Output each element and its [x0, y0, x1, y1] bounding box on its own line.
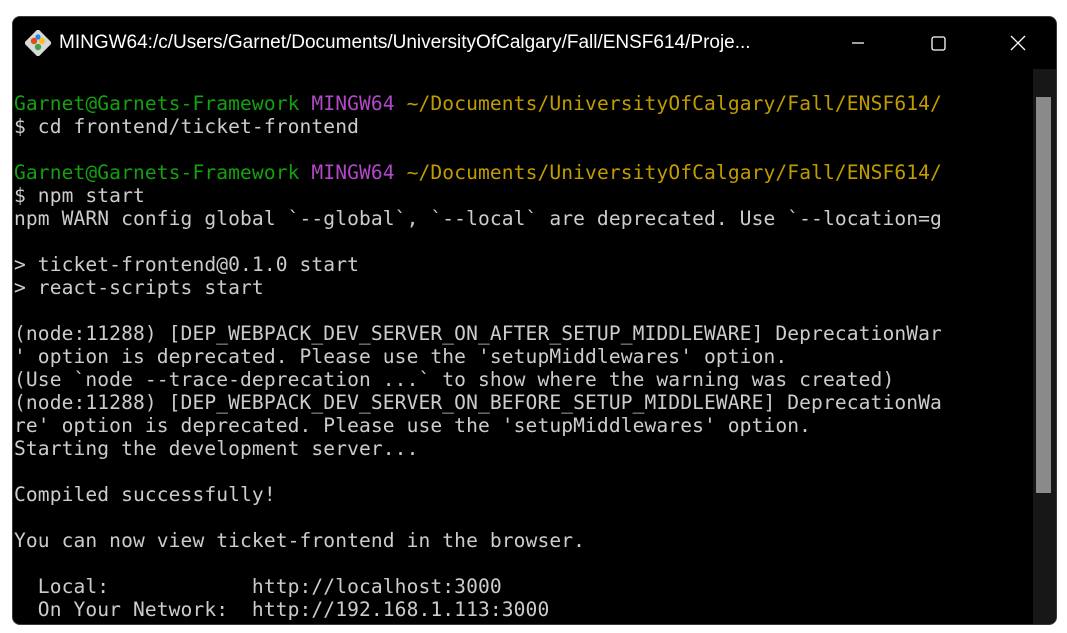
close-icon: [1010, 35, 1026, 51]
terminal-line: $ cd frontend/ticket-frontend: [14, 115, 359, 138]
prompt-line: Garnet@Garnets-Framework MINGW64 ~/Docum…: [14, 161, 942, 184]
title-bar[interactable]: MINGW64:/c/Users/Garnet/Documents/Univer…: [13, 17, 1056, 69]
terminal-line: > ticket-frontend@0.1.0 start: [14, 253, 359, 276]
terminal-line: re' option is deprecated. Please use the…: [14, 414, 812, 437]
scrollbar-thumb[interactable]: [1036, 97, 1051, 493]
close-button[interactable]: [978, 17, 1056, 69]
terminal-line: On Your Network: http://192.168.1.113:30…: [14, 598, 550, 621]
terminal-output[interactable]: Garnet@Garnets-Framework MINGW64 ~/Docum…: [13, 69, 1033, 624]
maximize-button[interactable]: [898, 17, 978, 69]
minimize-icon: [852, 42, 864, 44]
terminal-line: ' option is deprecated. Please use the '…: [14, 345, 788, 368]
terminal-line: Compiled successfully!: [14, 483, 276, 506]
terminal-line: > react-scripts start: [14, 276, 264, 299]
prompt-path: ~/Documents/UniversityOfCalgary/Fall/ENS…: [406, 92, 942, 115]
terminal-line: (Use `node --trace-deprecation ...` to s…: [14, 368, 895, 391]
git-bash-icon: [25, 30, 51, 56]
terminal-line: (node:11288) [DEP_WEBPACK_DEV_SERVER_ON_…: [14, 322, 942, 345]
vertical-scrollbar[interactable]: [1033, 69, 1056, 624]
maximize-icon: [930, 35, 946, 51]
prompt-line: Garnet@Garnets-Framework MINGW64 ~/Docum…: [14, 92, 942, 115]
prompt-user: Garnet@Garnets-Framework: [14, 161, 300, 184]
prompt-user: Garnet@Garnets-Framework: [14, 92, 300, 115]
terminal-line: npm WARN config global `--global`, `--lo…: [14, 207, 942, 230]
prompt-env: MINGW64: [311, 92, 395, 115]
terminal-line: Starting the development server...: [14, 437, 419, 460]
window-title: MINGW64:/c/Users/Garnet/Documents/Univer…: [59, 32, 751, 53]
terminal-line: Local: http://localhost:3000: [14, 575, 502, 598]
terminal-line: (node:11288) [DEP_WEBPACK_DEV_SERVER_ON_…: [14, 391, 942, 414]
prompt-env: MINGW64: [311, 161, 395, 184]
terminal-window: MINGW64:/c/Users/Garnet/Documents/Univer…: [12, 16, 1057, 625]
minimize-button[interactable]: [818, 17, 898, 69]
prompt-path: ~/Documents/UniversityOfCalgary/Fall/ENS…: [406, 161, 942, 184]
terminal-line: You can now view ticket-frontend in the …: [14, 529, 586, 552]
terminal-line: $ npm start: [14, 184, 145, 207]
